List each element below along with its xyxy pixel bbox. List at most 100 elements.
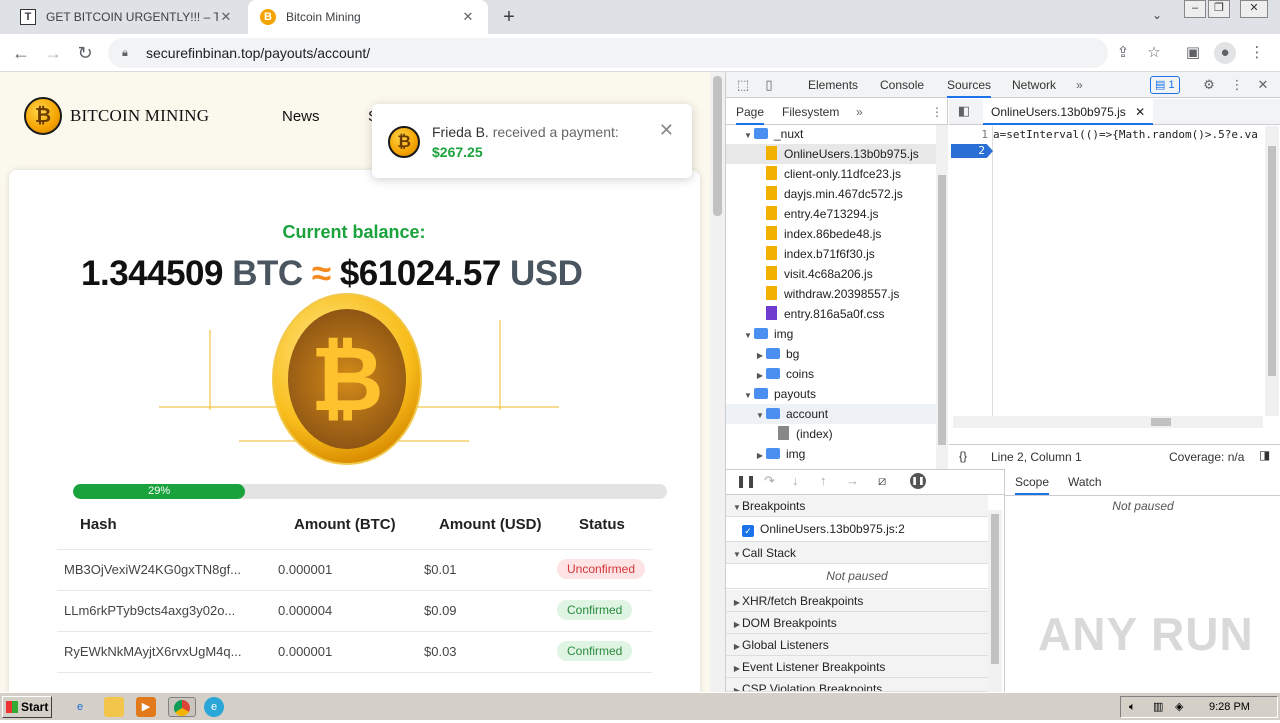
- tree-item[interactable]: entry.816a5a0f.css: [726, 304, 936, 324]
- chrome-taskbar-button[interactable]: [168, 697, 196, 717]
- bookmark-star-icon[interactable]: ☆: [1143, 42, 1165, 64]
- volume-icon[interactable]: 🔈︎: [1129, 697, 1136, 717]
- tree-item[interactable]: withdraw.20398557.js: [726, 284, 936, 304]
- line-number[interactable]: 1: [981, 128, 988, 141]
- tree-item[interactable]: ▶ bg: [726, 344, 936, 364]
- tree-item[interactable]: ▼ payouts: [726, 384, 936, 404]
- debugger-scrollbar[interactable]: [988, 510, 1002, 692]
- expand-down-icon[interactable]: ▼: [742, 126, 754, 146]
- inspect-element-icon[interactable]: ⬚: [734, 76, 752, 94]
- checkbox-checked-icon[interactable]: ✓: [742, 525, 754, 537]
- nav-news[interactable]: News: [282, 108, 320, 125]
- close-icon[interactable]: ✕: [1135, 105, 1145, 119]
- expand-down-icon[interactable]: ▼: [754, 406, 766, 426]
- page-scrollbar[interactable]: [710, 72, 725, 692]
- csp-section-header[interactable]: ▶ CSP Violation Breakpoints: [726, 678, 988, 692]
- side-panel-icon[interactable]: ▣: [1182, 42, 1204, 64]
- forward-icon[interactable]: →: [40, 40, 66, 66]
- close-icon[interactable]: ✕: [218, 9, 234, 25]
- step-out-icon[interactable]: ↑: [820, 473, 827, 488]
- profile-avatar-icon[interactable]: ●: [1214, 42, 1236, 64]
- format-braces-icon[interactable]: {}: [959, 449, 967, 463]
- tab-telegra[interactable]: T GET BITCOIN URGENTLY!!! – Telegra ✕: [8, 0, 246, 34]
- share-icon[interactable]: ⇪: [1112, 42, 1134, 64]
- scrollbar-thumb[interactable]: [1268, 146, 1276, 376]
- back-icon[interactable]: ←: [8, 40, 34, 66]
- site-logo[interactable]: ₿ BITCOIN MINING: [24, 97, 209, 135]
- pause-icon[interactable]: ❚❚: [736, 474, 756, 488]
- call-stack-section-header[interactable]: ▼Call Stack: [726, 542, 988, 564]
- devtools-menu-icon[interactable]: ⋮: [1228, 76, 1246, 94]
- more-tabs-icon[interactable]: »: [1076, 72, 1083, 98]
- expand-down-icon[interactable]: ▼: [742, 386, 754, 406]
- editor-vscrollbar[interactable]: [1265, 126, 1279, 416]
- close-window-icon[interactable]: ✕: [1240, 0, 1268, 18]
- tree-item[interactable]: ▼ _nuxt: [726, 124, 936, 144]
- close-icon[interactable]: ✕: [460, 9, 476, 25]
- close-devtools-icon[interactable]: ✕: [1254, 76, 1272, 94]
- scrollbar-thumb[interactable]: [1151, 418, 1171, 426]
- menu-kebab-icon[interactable]: ⋮: [1246, 42, 1268, 64]
- tree-item[interactable]: OnlineUsers.13b0b975.js: [726, 144, 936, 164]
- tree-item[interactable]: ▼ img: [726, 324, 936, 344]
- tree-item[interactable]: index.86bede48.js: [726, 224, 936, 244]
- address-bar[interactable]: 🔒︎ securefinbinan.top/payouts/account/: [108, 38, 1108, 68]
- step-icon[interactable]: →: [846, 473, 859, 488]
- global-section-header[interactable]: ▶ Global Listeners: [726, 634, 988, 656]
- pause-on-exceptions-icon[interactable]: ❚❚: [910, 473, 926, 489]
- tab-filesystem[interactable]: Filesystem: [782, 99, 839, 125]
- more-icon[interactable]: »: [856, 99, 863, 125]
- network-icon[interactable]: ▥: [1153, 697, 1163, 717]
- tree-item[interactable]: index.b71f6f30.js: [726, 244, 936, 264]
- security-icon[interactable]: ◈: [1175, 697, 1183, 717]
- ie-icon[interactable]: e: [70, 697, 90, 717]
- tree-item[interactable]: ▼ account: [726, 404, 936, 424]
- toggle-navigator-icon[interactable]: ◧: [955, 102, 973, 120]
- coverage-toggle-icon[interactable]: ◨: [1259, 448, 1270, 462]
- tree-item[interactable]: client-only.11dfce23.js: [726, 164, 936, 184]
- tree-item[interactable]: entry.4e713294.js: [726, 204, 936, 224]
- tab-watch[interactable]: Watch: [1068, 469, 1102, 495]
- start-button[interactable]: Start: [2, 696, 52, 718]
- tab-network[interactable]: Network: [1012, 72, 1056, 98]
- step-over-icon[interactable]: ↷: [764, 473, 775, 489]
- reload-icon[interactable]: ↻: [72, 40, 98, 66]
- dom-section-header[interactable]: ▶ DOM Breakpoints: [726, 612, 988, 634]
- tree-item[interactable]: ▶ coins: [726, 364, 936, 384]
- navigator-menu-icon[interactable]: ⋮: [931, 99, 943, 125]
- issues-badge[interactable]: ▤ 1: [1150, 76, 1180, 94]
- breakpoint-item[interactable]: ✓ OnlineUsers.13b0b975.js:2: [726, 518, 988, 542]
- new-tab-icon[interactable]: +: [498, 6, 520, 28]
- expand-right-icon[interactable]: ▶: [754, 366, 766, 386]
- minimize-icon[interactable]: –: [1184, 0, 1206, 18]
- tab-sources[interactable]: Sources: [947, 72, 992, 98]
- expand-right-icon[interactable]: ▶: [754, 446, 766, 466]
- code-editor[interactable]: 1 2 a=setInterval(()=>{Math.random()>.5?…: [949, 126, 1280, 428]
- tree-item[interactable]: dayjs.min.467dc572.js: [726, 184, 936, 204]
- explorer-folder-icon[interactable]: [104, 697, 124, 717]
- tab-bitcoin-mining[interactable]: B Bitcoin Mining ✕: [248, 0, 488, 34]
- tab-page[interactable]: Page: [736, 99, 765, 125]
- device-toolbar-icon[interactable]: ▯: [760, 76, 778, 94]
- tab-search-icon[interactable]: ⌄: [1152, 8, 1162, 22]
- xhr-section-header[interactable]: ▶ XHR/fetch Breakpoints: [726, 590, 988, 612]
- editor-hscrollbar[interactable]: [953, 416, 1263, 428]
- media-player-icon[interactable]: ▶: [136, 697, 156, 717]
- tab-scope[interactable]: Scope: [1015, 469, 1050, 495]
- scrollbar-thumb[interactable]: [713, 76, 722, 216]
- close-icon[interactable]: ✕: [659, 120, 674, 141]
- tree-scrollbar[interactable]: [936, 125, 948, 469]
- editor-tab-onlineusers[interactable]: OnlineUsers.13b0b975.js ✕: [983, 99, 1154, 125]
- deactivate-breakpoints-icon[interactable]: ⧄: [878, 473, 886, 489]
- expand-down-icon[interactable]: ▼: [742, 326, 754, 346]
- edge-icon[interactable]: e: [204, 697, 224, 717]
- breakpoints-section-header[interactable]: ▼Breakpoints: [726, 495, 988, 517]
- expand-right-icon[interactable]: ▶: [754, 346, 766, 366]
- tree-item[interactable]: visit.4c68a206.js: [726, 264, 936, 284]
- tab-console[interactable]: Console: [880, 72, 924, 98]
- step-into-icon[interactable]: ↓: [792, 473, 799, 488]
- tab-elements[interactable]: Elements: [808, 72, 858, 98]
- tree-item[interactable]: (index): [726, 424, 936, 444]
- settings-gear-icon[interactable]: ⚙: [1200, 76, 1218, 94]
- tree-item[interactable]: ▶ img: [726, 444, 936, 464]
